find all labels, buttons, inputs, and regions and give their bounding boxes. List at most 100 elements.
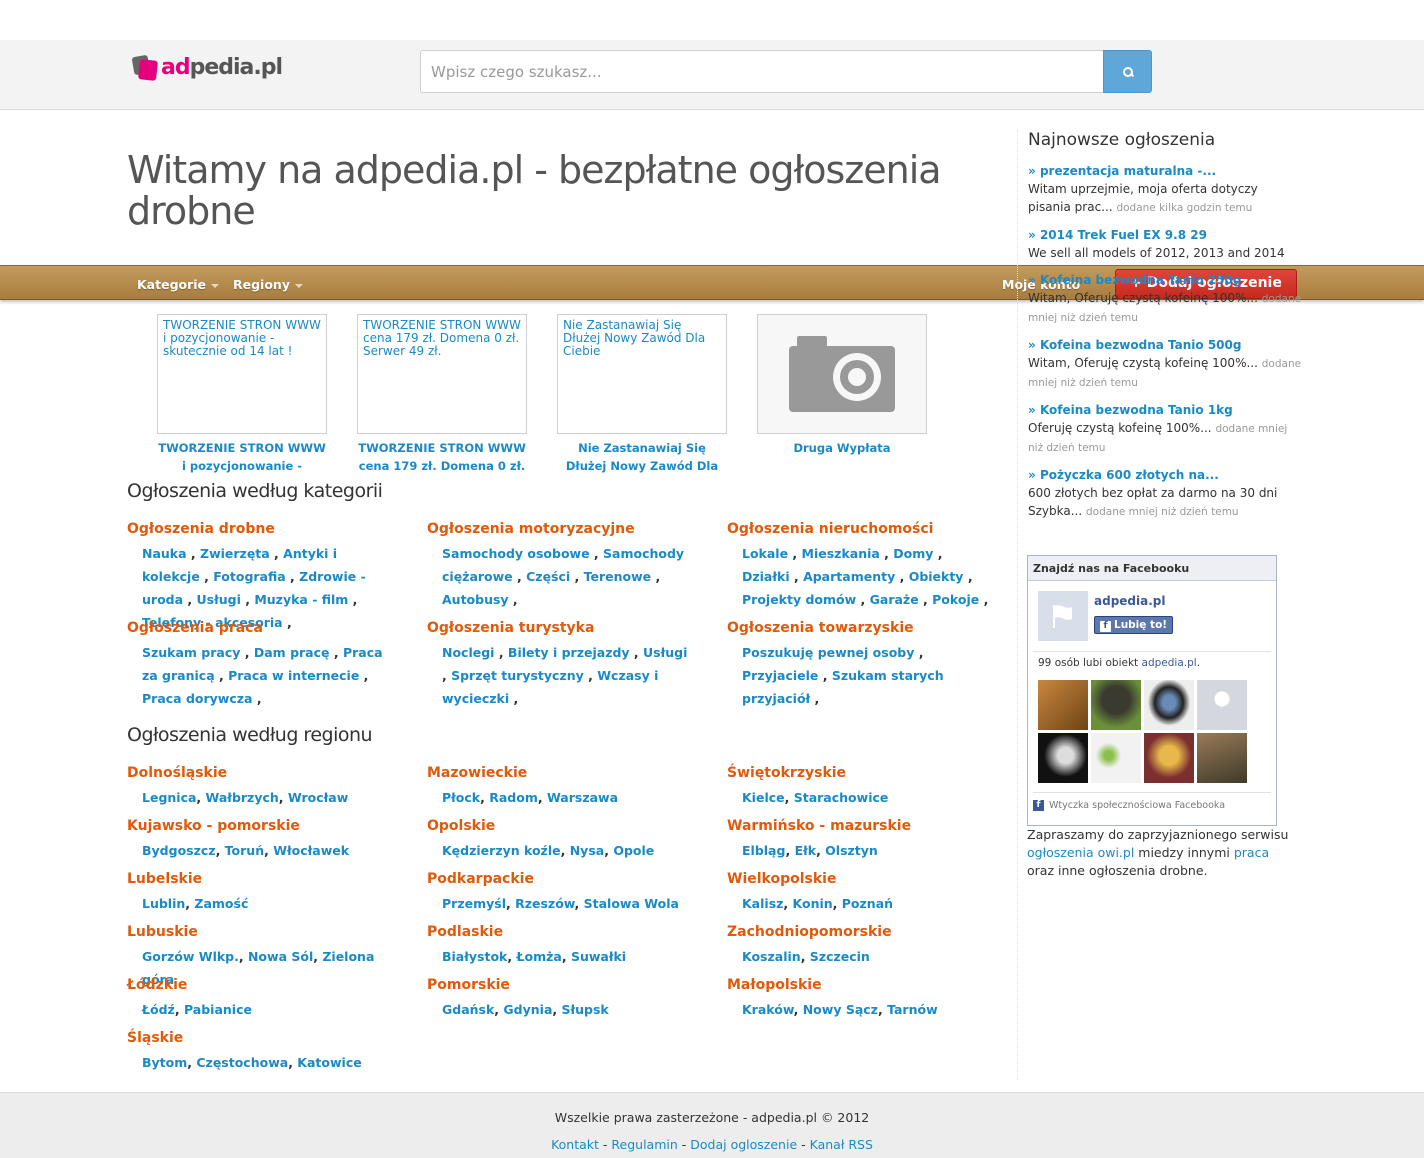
footer-link[interactable]: Kanał RSS bbox=[810, 1137, 873, 1152]
latest-item-title[interactable]: Kofeina bezwodna Tanio 500g bbox=[1040, 338, 1242, 352]
region-link[interactable]: Łódź bbox=[142, 1002, 175, 1017]
category-link[interactable]: Części bbox=[526, 569, 570, 584]
featured-box[interactable]: Nie Zastanawiaj Się Dłużej Nowy Zawód Dl… bbox=[557, 314, 727, 434]
featured-item[interactable]: Druga Wypłata bbox=[757, 314, 927, 475]
category-link[interactable]: Usługi bbox=[197, 592, 241, 607]
site-logo[interactable]: adpedia.pl bbox=[131, 52, 283, 82]
region-link[interactable]: Rzeszów bbox=[515, 896, 574, 911]
featured-item[interactable]: TWORZENIE STRON WWW cena 179 zł. Domena … bbox=[357, 314, 527, 475]
category-link[interactable]: Usługi bbox=[643, 645, 687, 660]
region-link[interactable]: Gdynia bbox=[503, 1002, 552, 1017]
category-title[interactable]: Ogłoszenia turystyka bbox=[427, 619, 692, 637]
region-title[interactable]: Lubelskie bbox=[127, 870, 402, 888]
category-link[interactable]: Samochody osobowe bbox=[442, 546, 590, 561]
partner-link-praca[interactable]: praca bbox=[1234, 845, 1269, 860]
region-title[interactable]: Mazowieckie bbox=[427, 764, 702, 782]
category-link[interactable]: Fotografia bbox=[213, 569, 285, 584]
category-title[interactable]: Ogłoszenia towarzyskie bbox=[727, 619, 992, 637]
region-link[interactable]: Łomża bbox=[516, 949, 561, 964]
region-link[interactable]: Bytom bbox=[142, 1055, 187, 1070]
region-link[interactable]: Wałbrzych bbox=[206, 790, 279, 805]
category-link[interactable]: Bilety i przejazdy bbox=[508, 645, 630, 660]
region-title[interactable]: Pomorskie bbox=[427, 976, 702, 994]
region-title[interactable]: Podlaskie bbox=[427, 923, 702, 941]
region-link[interactable]: Białystok bbox=[442, 949, 507, 964]
category-link[interactable]: Muzyka - film bbox=[254, 592, 348, 607]
featured-box[interactable]: TWORZENIE STRON WWW cena 179 zł. Domena … bbox=[357, 314, 527, 434]
category-link[interactable]: Poszukuję pewnej osoby bbox=[742, 645, 914, 660]
latest-item-title[interactable]: Kofeina bezwodna Tanio 250g bbox=[1040, 273, 1242, 287]
region-link[interactable]: Radom bbox=[489, 790, 538, 805]
featured-caption[interactable]: TWORZENIE STRON WWW i pozycjonowanie - s… bbox=[157, 439, 327, 475]
category-link[interactable]: Mieszkania bbox=[802, 546, 880, 561]
region-title[interactable]: Zachodniopomorskie bbox=[727, 923, 1002, 941]
latest-item-title[interactable]: prezentacja maturalna -... bbox=[1040, 164, 1216, 178]
facebook-like-button[interactable]: f Lubię to! bbox=[1094, 616, 1174, 634]
category-link[interactable]: Noclegi bbox=[442, 645, 494, 660]
latest-item-title[interactable]: Pożyczka 600 złotych na... bbox=[1040, 468, 1219, 482]
category-link[interactable]: Sprzęt turystyczny bbox=[451, 668, 584, 683]
region-link[interactable]: Suwałki bbox=[571, 949, 626, 964]
region-link[interactable]: Stalowa Wola bbox=[584, 896, 679, 911]
featured-box[interactable]: TWORZENIE STRON WWW i pozycjonowanie - s… bbox=[157, 314, 327, 434]
region-link[interactable]: Zamość bbox=[194, 896, 248, 911]
region-title[interactable]: Lubuskie bbox=[127, 923, 402, 941]
nav-regiony[interactable]: Regiony bbox=[233, 277, 303, 292]
region-link[interactable]: Pabianice bbox=[184, 1002, 252, 1017]
region-title[interactable]: Śląskie bbox=[127, 1029, 402, 1047]
region-link[interactable]: Kraków bbox=[742, 1002, 794, 1017]
region-title[interactable]: Łódzkie bbox=[127, 976, 402, 994]
featured-box[interactable] bbox=[757, 314, 927, 434]
featured-item[interactable]: Nie Zastanawiaj Się Dłużej Nowy Zawód Dl… bbox=[557, 314, 727, 475]
region-link[interactable]: Konin bbox=[793, 896, 833, 911]
search-button[interactable] bbox=[1103, 50, 1152, 93]
category-link[interactable]: Pokoje bbox=[932, 592, 979, 607]
region-link[interactable]: Kędzierzyn koźle bbox=[442, 843, 561, 858]
region-link[interactable]: Koszalin bbox=[742, 949, 801, 964]
facebook-page-logo[interactable] bbox=[1038, 591, 1088, 641]
category-link[interactable]: Apartamenty bbox=[803, 569, 895, 584]
category-title[interactable]: Ogłoszenia praca bbox=[127, 619, 392, 637]
region-link[interactable]: Nowy Sącz bbox=[803, 1002, 878, 1017]
region-link[interactable]: Kalisz bbox=[742, 896, 783, 911]
category-link[interactable]: Domy bbox=[893, 546, 933, 561]
footer-link[interactable]: Dodaj ogloszenie bbox=[690, 1137, 797, 1152]
region-link[interactable]: Słupsk bbox=[562, 1002, 609, 1017]
category-link[interactable]: Projekty domów bbox=[742, 592, 856, 607]
region-link[interactable]: Katowice bbox=[297, 1055, 361, 1070]
region-link[interactable]: Lublin bbox=[142, 896, 185, 911]
region-link[interactable]: Ełk bbox=[795, 843, 817, 858]
category-link[interactable]: Autobusy bbox=[442, 592, 509, 607]
featured-caption[interactable]: Nie Zastanawiaj Się Dłużej Nowy Zawód Dl… bbox=[557, 439, 727, 475]
facebook-page-link[interactable]: adpedia.pl bbox=[1142, 657, 1197, 669]
region-title[interactable]: Świętokrzyskie bbox=[727, 764, 1002, 782]
category-link[interactable]: Działki bbox=[742, 569, 790, 584]
category-title[interactable]: Ogłoszenia drobne bbox=[127, 520, 392, 538]
category-link[interactable]: Praca dorywcza bbox=[142, 691, 252, 706]
fan-avatar[interactable] bbox=[1144, 733, 1194, 783]
fan-avatar[interactable] bbox=[1038, 733, 1088, 783]
region-title[interactable]: Dolnośląskie bbox=[127, 764, 402, 782]
fan-avatar[interactable] bbox=[1091, 680, 1141, 730]
latest-item-title[interactable]: 2014 Trek Fuel EX 9.8 29 bbox=[1040, 228, 1207, 242]
partner-link-ogloszenia[interactable]: ogłoszenia owi.pl bbox=[1027, 845, 1134, 860]
nav-kategorie[interactable]: Kategorie bbox=[137, 277, 220, 292]
featured-caption[interactable]: TWORZENIE STRON WWW cena 179 zł. Domena … bbox=[357, 439, 527, 475]
region-link[interactable]: Legnica bbox=[142, 790, 196, 805]
region-link[interactable]: Przemyśl bbox=[442, 896, 506, 911]
region-link[interactable]: Warszawa bbox=[547, 790, 618, 805]
region-link[interactable]: Toruń bbox=[225, 843, 264, 858]
region-link[interactable]: Olsztyn bbox=[825, 843, 878, 858]
region-title[interactable]: Kujawsko - pomorskie bbox=[127, 817, 402, 835]
featured-caption[interactable]: Druga Wypłata bbox=[757, 439, 927, 475]
category-link[interactable]: Nauka bbox=[142, 546, 187, 561]
category-link[interactable]: Praca w internecie bbox=[228, 668, 359, 683]
category-link[interactable]: Lokale bbox=[742, 546, 788, 561]
region-title[interactable]: Opolskie bbox=[427, 817, 702, 835]
featured-item[interactable]: TWORZENIE STRON WWW i pozycjonowanie - s… bbox=[157, 314, 327, 475]
facebook-page-name[interactable]: adpedia.pl bbox=[1094, 594, 1165, 608]
region-link[interactable]: Poznań bbox=[842, 896, 893, 911]
region-link[interactable]: Elbląg bbox=[742, 843, 785, 858]
region-title[interactable]: Podkarpackie bbox=[427, 870, 702, 888]
category-link[interactable]: Zwierzęta bbox=[200, 546, 270, 561]
